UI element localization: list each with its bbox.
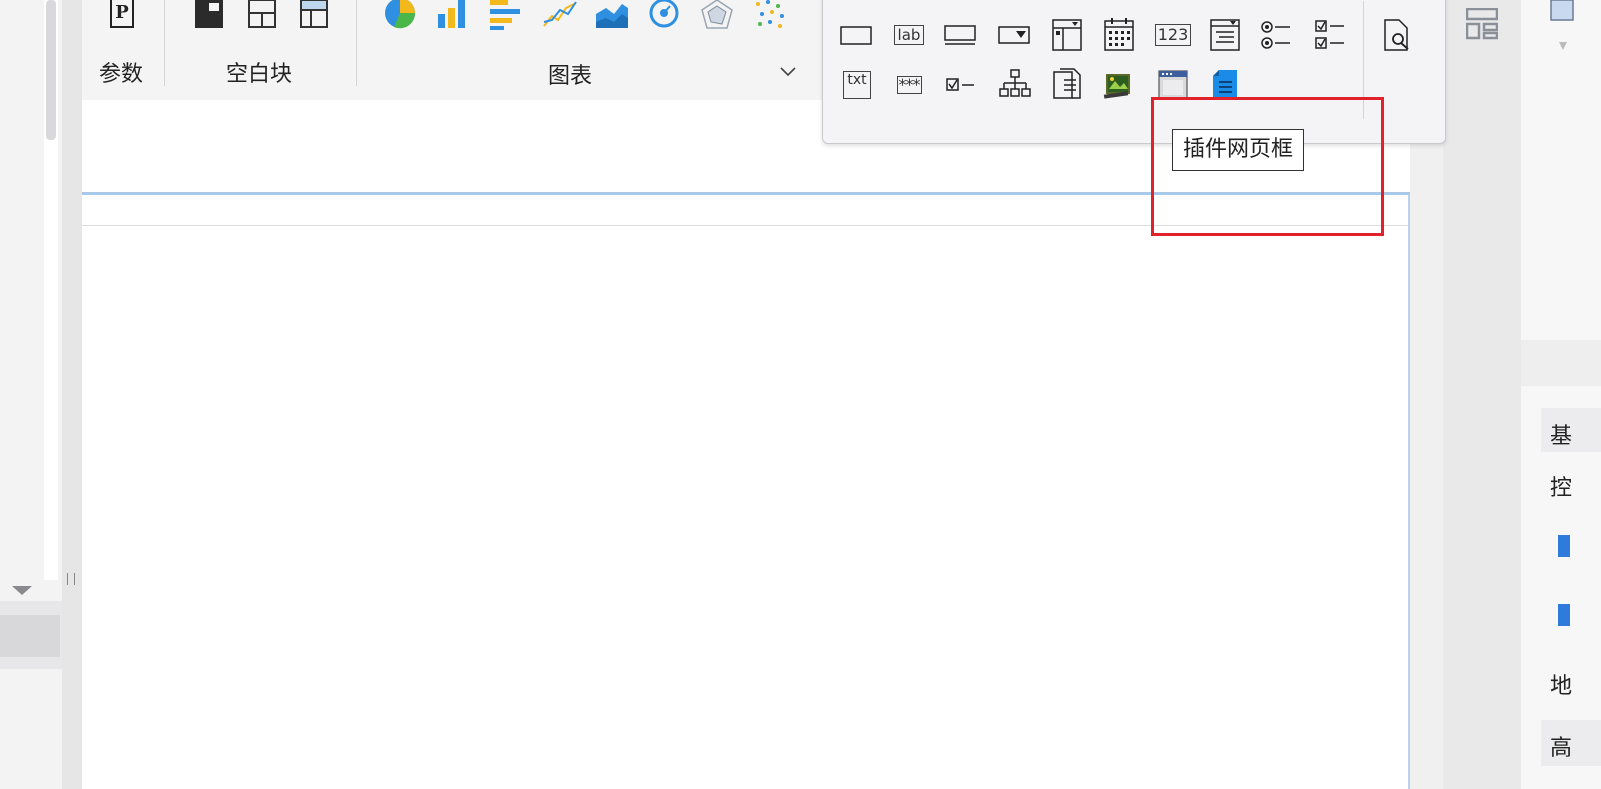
document-icon[interactable] [1047,66,1087,104]
blank-block-split-icon[interactable] [248,0,278,30]
property-label-height: 高 [1550,736,1573,761]
calendar-icon[interactable] [1099,16,1139,54]
panel-divider[interactable] [62,0,82,789]
image-icon[interactable] [1099,66,1139,104]
checkbox-group-icon[interactable] [1311,16,1351,54]
blank-block-solid-icon[interactable] [194,0,224,30]
property-label-address: 地 [1550,674,1573,699]
list-icon[interactable] [1205,16,1245,54]
property-label-basic: 基 [1550,424,1573,449]
ribbon-group-label-params[interactable]: 参数 [99,56,143,88]
gauge-chart-icon[interactable] [648,0,680,30]
ribbon-group-label-blank[interactable]: 空白块 [226,56,292,88]
dropdown-icon[interactable] [995,16,1035,54]
text-field-icon[interactable]: txt [837,66,877,104]
label-icon[interactable]: lab [889,16,929,54]
pie-chart-icon[interactable] [384,0,416,30]
parameter-icon[interactable]: P [110,0,134,28]
layout-icon[interactable] [1466,8,1498,40]
password-icon[interactable]: *** [889,66,929,104]
right-toolbar-column [1443,0,1521,789]
property-checkbox[interactable] [1558,535,1570,557]
ribbon-group-label-chart[interactable]: 图表 [548,58,592,90]
ribbon-separator [356,0,357,86]
left-rail [0,0,62,789]
resize-grip-icon[interactable] [67,573,75,585]
area-chart-icon[interactable] [594,0,630,30]
layout-panel-icon[interactable] [1047,16,1087,54]
panel-thumb-icon[interactable] [1549,0,1579,60]
button-icon[interactable] [941,16,981,54]
left-scrollbar-thumb[interactable] [46,0,56,140]
tooltip: 插件网页框 [1172,129,1305,171]
number-icon[interactable]: 123 [1153,16,1193,54]
left-panel-band [0,601,62,669]
horizontal-bar-icon[interactable] [488,0,524,30]
bar-chart-icon[interactable] [436,0,470,30]
checkbox-icon[interactable] [941,66,981,104]
ribbon-separator [164,0,165,86]
preview-icon[interactable] [1377,16,1417,54]
chevron-down-icon[interactable] [780,66,796,78]
radio-group-icon[interactable] [1257,16,1297,54]
property-checkbox[interactable] [1558,604,1570,626]
property-label-control: 控 [1550,476,1573,501]
property-panel-header [1521,340,1601,386]
collapse-arrow-icon[interactable] [12,586,32,595]
blank-block-grid-icon[interactable] [300,0,330,30]
radar-chart-icon[interactable] [700,0,734,30]
left-panel-selected-row[interactable] [0,615,60,657]
line-chart-icon[interactable] [542,0,578,30]
ribbon-toolbar: P 参数 空白块 图表 [82,0,838,100]
tree-icon[interactable] [995,66,1035,104]
rectangle-icon[interactable] [837,16,877,54]
scatter-chart-icon[interactable] [754,0,786,30]
